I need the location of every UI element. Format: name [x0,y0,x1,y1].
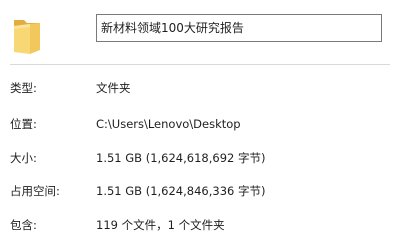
property-row-contains: 包含: 119 个文件，1 个文件夹 [0,215,397,235]
size-on-disk-label: 占用空间: [10,184,60,198]
divider [10,64,390,65]
property-row-size-on-disk: 占用空间: 1.51 GB (1,624,846,336 字节) [0,181,397,201]
size-value: 1.51 GB (1,624,618,692 字节) [96,151,266,165]
property-row-size: 大小: 1.51 GB (1,624,618,692 字节) [0,148,397,168]
location-label: 位置: [10,117,37,131]
size-label: 大小: [10,151,37,165]
type-label: 类型: [10,81,37,95]
contains-value: 119 个文件，1 个文件夹 [96,218,225,232]
type-value: 文件夹 [96,81,131,95]
property-row-location: 位置: C:\Users\Lenovo\Desktop [0,114,397,134]
size-on-disk-value: 1.51 GB (1,624,846,336 字节) [96,184,266,198]
contains-label: 包含: [10,218,37,232]
property-row-type: 类型: 文件夹 [0,78,397,98]
folder-name-field[interactable]: 新材料领域100大研究报告 [96,14,382,42]
location-value: C:\Users\Lenovo\Desktop [96,117,241,131]
folder-icon [10,14,44,54]
